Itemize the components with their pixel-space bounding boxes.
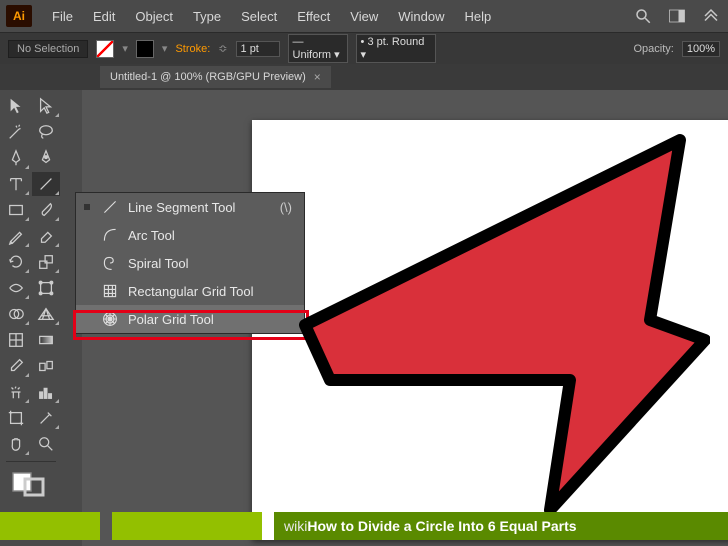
banner-site: wiki [284,518,307,534]
stroke-label[interactable]: Stroke: [175,43,210,55]
column-graph-tool[interactable] [32,380,60,404]
workspace-icon[interactable] [666,7,688,25]
artboard[interactable] [252,120,728,540]
flyout-polar-grid-tool[interactable]: Polar Grid Tool [76,305,304,333]
magic-wand-tool[interactable] [2,120,30,144]
flyout-spiral-tool[interactable]: Spiral Tool [76,249,304,277]
stroke-profile-value: Uniform [293,49,332,61]
flyout-arc-tool[interactable]: Arc Tool [76,221,304,249]
slice-tool[interactable] [32,406,60,430]
gradient-tool[interactable] [32,328,60,352]
zoom-tool[interactable] [32,432,60,456]
search-icon[interactable] [632,7,654,25]
stroke-swatch[interactable] [136,40,154,58]
type-tool[interactable] [2,172,30,196]
stroke-profile-select[interactable]: — Uniform ▾ [288,34,348,63]
line-segment-tool[interactable] [32,172,60,196]
brush-value: 3 pt. Round [367,36,424,48]
document-tab[interactable]: Untitled-1 @ 100% (RGB/GPU Preview) × [100,66,331,88]
menu-select[interactable]: Select [231,5,287,28]
fill-stroke-swatches[interactable] [2,467,60,501]
wikihow-banner: wikiHow to Divide a Circle Into 6 Equal … [0,512,728,540]
perspective-grid-tool[interactable] [32,302,60,326]
tool-panel [0,90,62,546]
scale-tool[interactable] [32,250,60,274]
pencil-tool[interactable] [2,224,30,248]
line-tool-flyout: Line Segment Tool (\) Arc Tool Spiral To… [75,192,305,334]
artboard-tool[interactable] [2,406,30,430]
document-tab-bar: Untitled-1 @ 100% (RGB/GPU Preview) × [0,64,728,90]
menu-file[interactable]: File [42,5,83,28]
hand-tool[interactable] [2,432,30,456]
paintbrush-tool[interactable] [32,198,60,222]
lasso-tool[interactable] [32,120,60,144]
menu-bar: Ai File Edit Object Type Select Effect V… [0,0,728,32]
curvature-tool[interactable] [32,146,60,170]
menu-window[interactable]: Window [388,5,454,28]
close-tab-icon[interactable]: × [314,70,321,84]
opacity-value[interactable]: 100% [682,41,720,57]
selection-tool[interactable] [2,94,30,118]
flyout-item-label: Arc Tool [128,228,175,243]
fill-swatch[interactable] [96,40,114,58]
rectangle-tool[interactable] [2,198,30,222]
pen-tool[interactable] [2,146,30,170]
menu-view[interactable]: View [340,5,388,28]
control-bar: No Selection ▾ ▾ Stroke: ≎ — Uniform ▾ •… [0,32,728,64]
banner-article-title: How to Divide a Circle Into 6 Equal Part… [307,518,576,534]
flyout-item-label: Rectangular Grid Tool [128,284,254,299]
menu-object[interactable]: Object [125,5,183,28]
eyedropper-tool[interactable] [2,354,30,378]
symbol-sprayer-tool[interactable] [2,380,30,404]
flyout-line-segment-tool[interactable]: Line Segment Tool (\) [76,193,304,221]
app-icon: Ai [6,5,32,27]
flyout-item-shortcut: (\) [280,200,292,215]
selection-status: No Selection [8,40,88,58]
menu-help[interactable]: Help [454,5,501,28]
flyout-item-label: Spiral Tool [128,256,188,271]
flyout-item-label: Polar Grid Tool [128,312,214,327]
rotate-tool[interactable] [2,250,30,274]
mesh-tool[interactable] [2,328,30,352]
document-tab-title: Untitled-1 @ 100% (RGB/GPU Preview) [110,71,306,83]
menu-type[interactable]: Type [183,5,231,28]
blend-tool[interactable] [32,354,60,378]
menu-effect[interactable]: Effect [287,5,340,28]
opacity-label[interactable]: Opacity: [634,43,674,55]
free-transform-tool[interactable] [32,276,60,300]
menu-edit[interactable]: Edit [83,5,125,28]
flyout-rectangular-grid-tool[interactable]: Rectangular Grid Tool [76,277,304,305]
width-tool[interactable] [2,276,30,300]
flyout-item-label: Line Segment Tool [128,200,235,215]
sync-icon[interactable] [700,7,722,25]
eraser-tool[interactable] [32,224,60,248]
stroke-weight-input[interactable] [236,41,280,57]
direct-selection-tool[interactable] [32,94,60,118]
shape-builder-tool[interactable] [2,302,30,326]
brush-select[interactable]: • 3 pt. Round ▾ [356,34,436,63]
